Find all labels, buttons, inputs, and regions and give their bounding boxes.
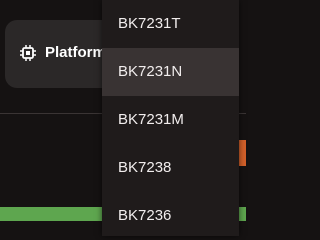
background-panel-edge	[239, 0, 246, 236]
status-marker	[239, 140, 246, 166]
progress-bar-right	[239, 207, 246, 221]
menu-item-bk7238[interactable]: BK7238	[102, 144, 239, 192]
menu-item-bk7231n[interactable]: BK7231N	[102, 48, 239, 96]
menu-item-bk7236[interactable]: BK7236	[102, 192, 239, 236]
platform-dropdown-menu: BK7231T BK7231N BK7231M BK7238 BK7236	[102, 0, 239, 236]
progress-bar	[0, 207, 102, 221]
menu-item-bk7231t[interactable]: BK7231T	[102, 0, 239, 48]
chip-icon	[19, 44, 37, 62]
platform-label: Platform	[45, 44, 106, 61]
menu-item-bk7231m[interactable]: BK7231M	[102, 96, 239, 144]
